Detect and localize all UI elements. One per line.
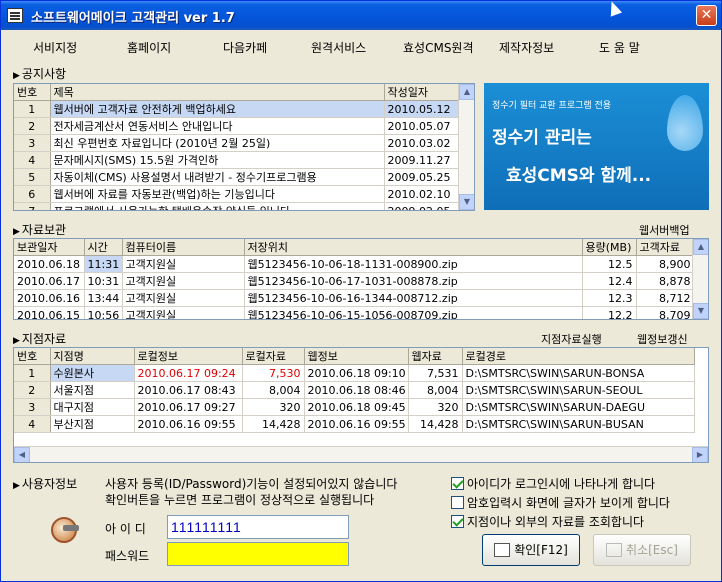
menu-item-daum-cafe[interactable]: 다음카페: [223, 39, 267, 56]
water-drop-icon: [667, 95, 703, 151]
id-label: 아 이 디: [105, 522, 146, 536]
branch-row[interactable]: 2 서울지점 2010.06.17 08:43 8,004 2010.06.18 08:…: [14, 381, 695, 399]
notice-col-title[interactable]: 제목: [50, 84, 385, 101]
branch-col-local-info[interactable]: 로컬정보: [134, 348, 243, 365]
scroll-up-icon[interactable]: ▲: [693, 239, 708, 255]
menu-bar: 서비지정 홈페이지 다음카페 원격서비스 효성CMS원격 제작자정보 도 움 말: [5, 35, 717, 59]
window-title: 소프트웨어메이크 고객관리 ver 1.7: [31, 11, 235, 26]
backup-row[interactable]: 2010.06.16 13:44 고객지원실 웹5123456-10-06-16-13…: [14, 289, 695, 307]
notice-col-date[interactable]: 작성일자: [384, 84, 461, 101]
backup-row[interactable]: 2010.06.17 10:31 고객지원실 웹5123456-10-06-17-10…: [14, 272, 695, 290]
branch-horizontal-scrollbar[interactable]: ◀ ▶: [14, 446, 708, 462]
menu-item-remote-service[interactable]: 원격서비스: [311, 39, 366, 56]
checkbox-unchecked-icon[interactable]: [451, 496, 464, 509]
branch-col-local-data[interactable]: 로컬자료: [242, 348, 305, 365]
branch-row[interactable]: 1 수원본사 2010.06.17 09:24 7,530 2010.06.18 09:…: [14, 364, 695, 382]
backup-grid[interactable]: 보관일자 시간 컴퓨터이름 저장위치 용량(MB) 고객자료 2010.06.1…: [13, 238, 709, 320]
scroll-down-icon[interactable]: ▼: [693, 303, 708, 319]
notice-row[interactable]: 5 자동이체(CMS) 사용설명서 내려받기 - 정수기프로그램용 2009.05.…: [14, 168, 461, 186]
branch-section-title: ▶ 지점자료: [13, 332, 67, 346]
app-icon: [7, 8, 23, 23]
menu-item-help[interactable]: 도 움 말: [599, 39, 640, 56]
notice-row[interactable]: 6 웹서버에 자료를 자동보관(백업)하는 기능입니다 2010.02.10: [14, 185, 461, 203]
scroll-up-icon[interactable]: ▲: [459, 84, 474, 100]
notice-row[interactable]: 3 최신 우편번호 자료입니다 (2010년 2월 25일) 2010.03.02: [14, 134, 461, 152]
backup-section-title: ▶ 자료보관: [13, 223, 67, 237]
backup-vertical-scrollbar[interactable]: ▲ ▼: [692, 239, 708, 319]
branch-data-run-link[interactable]: 지점자료실행: [541, 331, 602, 347]
backup-col-location[interactable]: 저장위치: [244, 239, 583, 256]
section-arrow-icon: ▶: [13, 227, 20, 237]
checkbox-checked-icon[interactable]: [451, 477, 464, 490]
section-arrow-icon: ▶: [13, 481, 20, 491]
banner-subtitle: 정수기 필터 교환 프로그램 전용: [492, 101, 612, 111]
notice-row[interactable]: 1 웹서버에 고객자료 안전하게 백업하세요 2010.05.12: [14, 100, 461, 118]
notice-grid[interactable]: 번호 제목 작성일자 1 웹서버에 고객자료 안전하게 백업하세요 2010.05.…: [13, 83, 475, 211]
menu-item-author-info[interactable]: 제작자정보: [499, 39, 554, 56]
notice-col-number[interactable]: 번호: [14, 84, 51, 101]
banner-headline-1: 정수기 관리는: [492, 128, 592, 148]
check-show-id[interactable]: 아이디가 로그인시에 나타나게 합니다: [451, 475, 655, 492]
backup-col-size[interactable]: 용량(MB): [582, 239, 637, 256]
password-label: 패스워드: [105, 549, 150, 563]
branch-col-number[interactable]: 번호: [14, 348, 51, 365]
key-icon: [51, 517, 79, 543]
cancel-button[interactable]: 취소[Esc]: [593, 534, 691, 566]
scroll-down-icon[interactable]: ▼: [459, 194, 474, 210]
branch-row[interactable]: 3 대구지점 2010.06.17 09:27 320 2010.06.18 09:45…: [14, 398, 695, 416]
branch-col-name[interactable]: 지점명: [50, 348, 135, 365]
check-query-external[interactable]: 지점이나 외부의 자료를 조회합니다: [451, 513, 644, 530]
main-window: 소프트웨어메이크 고객관리 ver 1.7 ✕ 서비지정 홈페이지 다음카페 원…: [0, 0, 722, 582]
menu-item-homepage[interactable]: 홈페이지: [127, 39, 171, 56]
branch-col-web-info[interactable]: 웹정보: [304, 348, 409, 365]
notice-section-title: ▶ 공지사항: [13, 67, 67, 81]
password-input[interactable]: [167, 542, 349, 566]
close-button[interactable]: ✕: [696, 5, 717, 26]
promo-banner[interactable]: 정수기 필터 교환 프로그램 전용 정수기 관리는 효성CMS와 함께...: [484, 83, 709, 210]
section-arrow-icon: ▶: [13, 71, 20, 81]
cancel-icon: [606, 543, 623, 557]
ok-icon: [494, 543, 511, 557]
user-info-line-2: 확인버튼을 누르면 프로그램이 정상적으로 실행됩니다: [105, 493, 375, 507]
scroll-left-icon[interactable]: ◀: [14, 447, 30, 462]
id-input[interactable]: [167, 515, 349, 539]
backup-row[interactable]: 2010.06.15 10:56 고객지원실 웹5123456-10-06-15-10…: [14, 306, 695, 319]
check-show-password[interactable]: 암호입력시 화면에 글자가 보이게 합니다: [451, 494, 670, 511]
backup-col-date[interactable]: 보관일자: [14, 239, 85, 256]
banner-headline-2: 효성CMS와 함께...: [506, 166, 652, 186]
branch-row[interactable]: 4 부산지점 2010.06.16 09:55 14,428 2010.06.16 09…: [14, 415, 695, 433]
web-server-backup-link[interactable]: 웹서버백업: [639, 222, 690, 238]
scroll-right-icon[interactable]: ▶: [692, 447, 708, 462]
branch-col-local-path[interactable]: 로컬경로: [462, 348, 695, 365]
web-info-refresh-link[interactable]: 웹정보갱신: [637, 331, 688, 347]
notice-row[interactable]: 7프로그램에서 사용가능한 택배운송장 양식들 입니다2009.02.05: [14, 202, 461, 210]
backup-row[interactable]: 2010.06.18 11:31 고객지원실 웹5123456-10-06-18-11…: [14, 255, 695, 273]
section-arrow-icon: ▶: [13, 336, 20, 346]
menu-item-server[interactable]: 서비지정: [33, 39, 77, 56]
notice-vertical-scrollbar[interactable]: ▲ ▼: [458, 84, 474, 210]
ok-button[interactable]: 확인[F12]: [482, 534, 580, 566]
notice-row[interactable]: 2 전자세금계산서 연동서비스 안내입니다 2010.05.07: [14, 117, 461, 135]
branch-grid[interactable]: 번호 지점명 로컬정보 로컬자료 웹정보 웹자료 로컬경로 1 수원본사 2010.…: [13, 347, 709, 463]
user-info-line-1: 사용자 등록(ID/Password)기능이 설정되어있지 않습니다: [105, 477, 398, 491]
user-section-title: ▶ 사용자정보: [13, 477, 78, 491]
branch-col-web-data[interactable]: 웹자료: [408, 348, 463, 365]
notice-row[interactable]: 4 문자메시지(SMS) 15.5원 가격인하 2009.11.27: [14, 151, 461, 169]
backup-col-time[interactable]: 시간: [84, 239, 123, 256]
menu-item-hyosung-cms-remote[interactable]: 효성CMS원격: [403, 39, 474, 56]
backup-col-customers[interactable]: 고객자료: [636, 239, 695, 256]
checkbox-checked-icon[interactable]: [451, 515, 464, 528]
backup-col-computer[interactable]: 컴퓨터이름: [122, 239, 245, 256]
